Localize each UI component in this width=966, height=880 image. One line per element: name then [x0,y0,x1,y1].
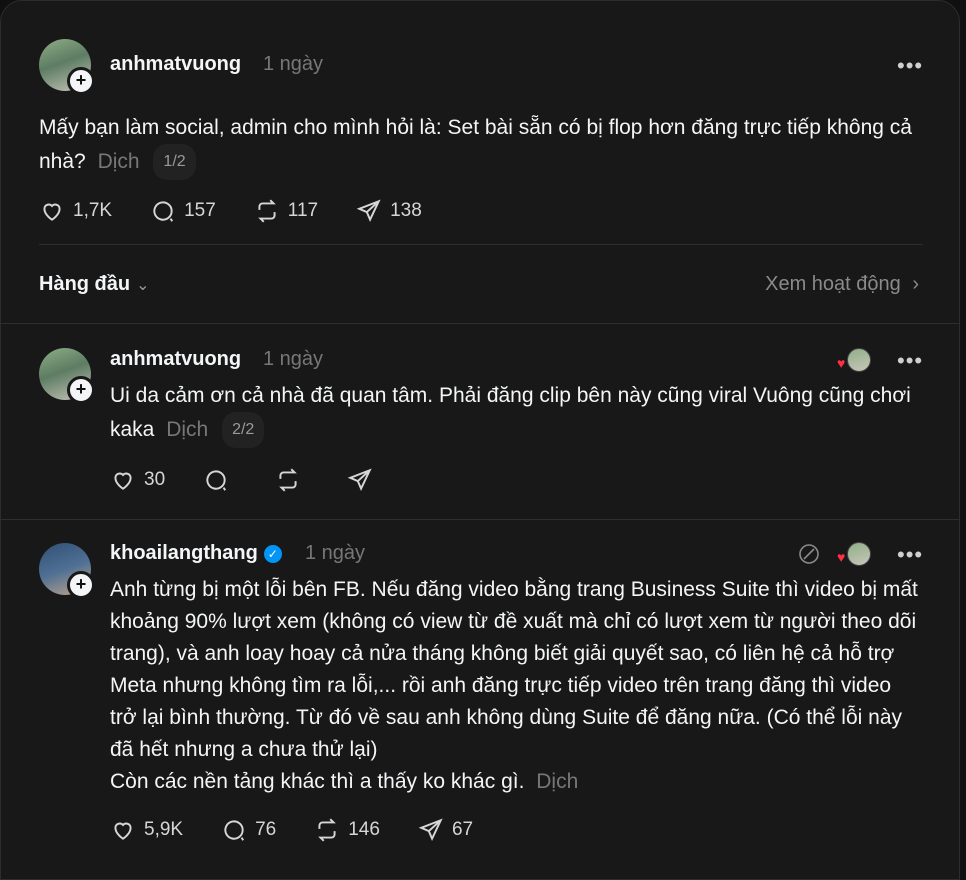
like-button[interactable]: 1,7K [39,198,112,224]
follow-plus-icon[interactable]: + [67,67,95,95]
repost-count: 146 [348,819,380,840]
activity-label: Xem hoạt động [765,273,901,295]
liked-by-avatar [847,348,871,372]
post-username[interactable]: anhmatvuong [110,53,241,76]
avatar[interactable]: + [39,348,95,404]
follow-plus-icon[interactable]: + [67,376,95,404]
comment-button[interactable]: 157 [150,198,216,224]
post-body: Mấy bạn làm social, admin cho mình hỏi l… [39,112,919,180]
chevron-down-icon: ⌄ [136,277,150,294]
more-icon[interactable]: ••• [897,55,923,77]
reply-actions: 30 [110,467,419,493]
share-count: 67 [451,819,474,840]
heart-icon [43,203,61,221]
sort-label: Hàng đầu [39,273,131,295]
reply-text-line2: Còn các nền tảng khác thì a thấy ko khác… [110,770,525,793]
comment-icon [153,201,174,222]
repost-icon [279,468,297,492]
like-button[interactable]: 5,9K [110,817,183,843]
comment-button[interactable] [203,467,237,493]
translate-link[interactable]: Dịch [98,150,140,173]
translate-link[interactable]: Dịch [536,770,578,793]
reply-time: 1 ngày [305,542,366,564]
share-button[interactable]: 138 [356,198,422,224]
repost-icon [257,199,276,223]
reply-time: 1 ngày [263,348,324,370]
page-indicator: 1/2 [153,144,196,180]
reply-body: Anh từng bị một lỗi bên FB. Nếu đăng vid… [110,574,920,798]
like-count: 30 [144,469,166,490]
like-count: 5,9K [144,819,184,840]
share-count: 138 [390,200,422,221]
share-button[interactable]: 67 [418,817,473,843]
avatar[interactable]: + [39,39,95,95]
heart-icon [114,822,132,840]
send-icon [356,199,381,223]
heart-icon: ♥ [837,355,846,371]
send-icon [418,818,443,842]
comment-count: 157 [184,200,216,221]
divider [1,519,959,520]
follow-plus-icon[interactable]: + [67,571,95,599]
repost-count: 117 [287,200,319,221]
comment-icon [224,820,245,841]
post-actions: 1,7K 157 117 138 [39,198,460,224]
reply-username[interactable]: anhmatvuong [110,348,241,371]
reply-username[interactable]: khoailangthang ✓ [110,542,282,565]
heart-icon: ♥ [837,549,846,565]
avatar[interactable]: + [39,543,95,599]
username-text: khoailangthang [110,542,258,564]
send-icon [347,468,372,492]
share-button[interactable] [347,467,381,493]
reply-body: Ui da cảm ơn cả nhà đã quan tâm. Phải đă… [110,380,920,448]
more-icon[interactable]: ••• [897,544,923,566]
heart-icon [114,472,132,490]
like-count: 1,7K [73,200,113,221]
divider [39,244,923,245]
reply-text: Anh từng bị một lỗi bên FB. Nếu đăng vid… [110,578,918,761]
repost-button[interactable] [275,467,309,493]
translate-link[interactable]: Dịch [166,418,208,441]
repost-button[interactable]: 117 [254,198,318,224]
view-activity-link[interactable]: Xem hoạt động › [765,273,919,296]
hide-icon[interactable] [797,542,821,566]
repost-button[interactable]: 146 [314,817,380,843]
sort-dropdown[interactable]: Hàng đầu ⌄ [39,273,150,296]
like-button[interactable]: 30 [110,467,165,493]
comment-button[interactable]: 76 [221,817,276,843]
thread-panel: + anhmatvuong 1 ngày ••• Mấy bạn làm soc… [0,0,960,880]
repost-icon [318,818,337,842]
liked-by-avatar [847,542,871,566]
post-time: 1 ngày [263,53,324,75]
chevron-right-icon: › [912,273,919,295]
page-indicator: 2/2 [222,412,265,448]
comment-count: 76 [255,819,277,840]
comment-icon [206,470,227,491]
verified-badge-icon: ✓ [263,545,282,563]
reply-actions: 5,9K 76 146 67 [110,817,511,843]
more-icon[interactable]: ••• [897,350,923,372]
divider [1,323,959,324]
